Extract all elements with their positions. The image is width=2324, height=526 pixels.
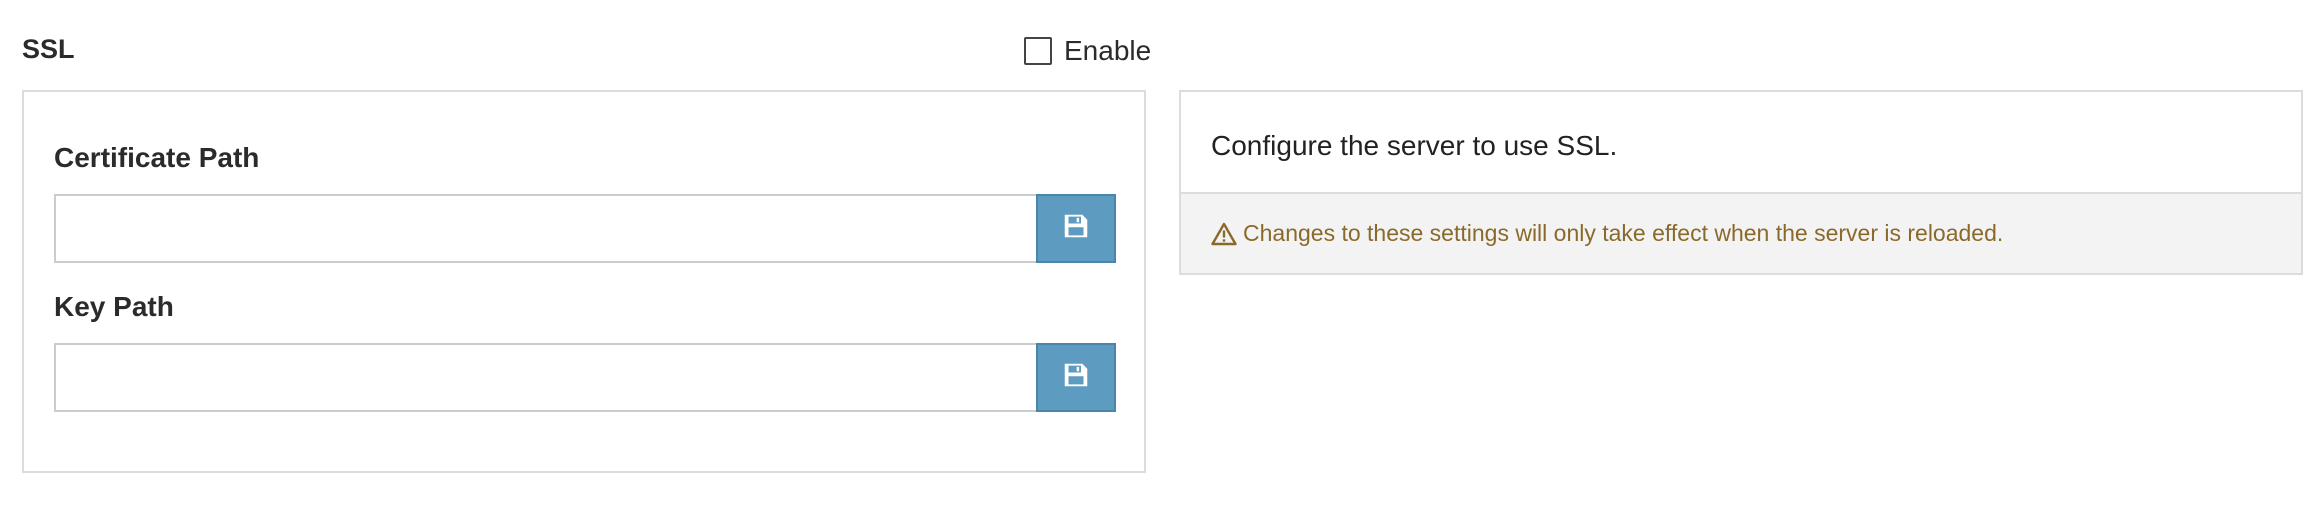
ssl-settings-panel: Certificate Path Key Path bbox=[22, 90, 1146, 473]
certificate-path-row bbox=[54, 194, 1116, 263]
key-save-button[interactable] bbox=[1036, 343, 1116, 412]
warning-icon bbox=[1211, 222, 1237, 246]
certificate-path-label: Certificate Path bbox=[54, 142, 260, 173]
info-description: Configure the server to use SSL. bbox=[1211, 130, 1618, 161]
enable-label[interactable]: Enable bbox=[1064, 35, 1151, 67]
key-path-label: Key Path bbox=[54, 291, 174, 322]
ssl-section-header: SSL Enable bbox=[22, 30, 1151, 72]
save-icon bbox=[1061, 211, 1091, 246]
save-icon bbox=[1061, 360, 1091, 395]
section-title: SSL bbox=[22, 34, 75, 64]
key-path-row bbox=[54, 343, 1116, 412]
certificate-save-button[interactable] bbox=[1036, 194, 1116, 263]
key-path-input[interactable] bbox=[54, 343, 1036, 412]
warning-bar: Changes to these settings will only take… bbox=[1181, 192, 2301, 273]
enable-toggle[interactable]: Enable bbox=[1024, 30, 1151, 72]
info-panel: Configure the server to use SSL. Changes… bbox=[1179, 90, 2303, 275]
certificate-path-input[interactable] bbox=[54, 194, 1036, 263]
enable-checkbox[interactable] bbox=[1024, 37, 1052, 65]
warning-text: Changes to these settings will only take… bbox=[1243, 220, 2004, 246]
